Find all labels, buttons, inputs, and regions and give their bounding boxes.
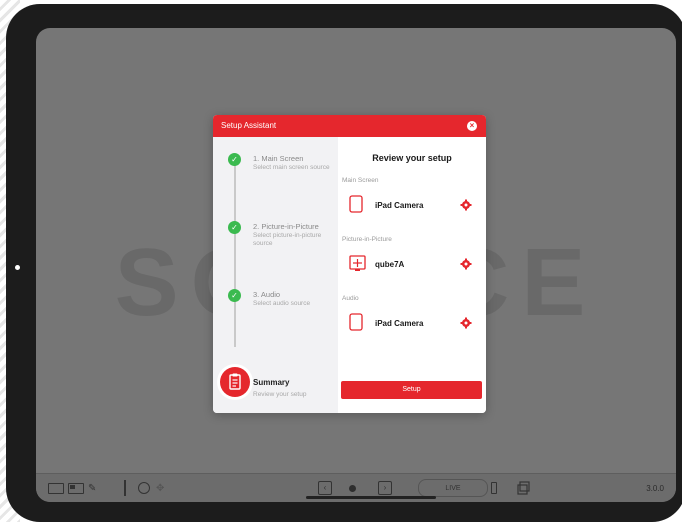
step-description: Select picture-in-picture source	[253, 232, 322, 247]
clipboard-icon[interactable]	[220, 367, 250, 397]
ipad-icon	[349, 195, 363, 218]
main-screen-source-row[interactable]: iPad Camera	[338, 193, 486, 217]
home-indicator	[306, 496, 436, 499]
dialog-title: Setup Assistant	[221, 121, 277, 130]
move-icon[interactable]: ✥	[156, 483, 164, 494]
front-camera-dot	[15, 265, 20, 270]
source-name: qube7A	[375, 260, 405, 269]
check-icon: ✓	[228, 153, 241, 166]
summary-title[interactable]: Summary	[253, 378, 289, 387]
review-panel: Review your setup Main Screen iPad Camer…	[338, 137, 486, 413]
live-toggle[interactable]: LIVE	[418, 479, 488, 497]
next-button[interactable]: ›	[378, 481, 392, 495]
check-icon: ✓	[228, 289, 241, 302]
section-label-picture-in-picture: Picture-in-Picture	[342, 236, 392, 243]
layers-icon[interactable]	[517, 481, 531, 495]
gear-icon[interactable]	[460, 198, 472, 216]
record-settings-icon[interactable]	[138, 482, 150, 494]
dialog-header: Setup Assistant ×	[213, 115, 486, 137]
section-label-audio: Audio	[342, 295, 359, 302]
previous-button[interactable]: ‹	[318, 481, 332, 495]
steps-timeline	[234, 157, 236, 347]
review-title: Review your setup	[372, 153, 452, 163]
step-description: Select audio source	[253, 300, 311, 307]
gear-icon[interactable]	[460, 257, 472, 275]
steps-sidebar: ✓ 1. Main Screen Select main screen sour…	[213, 137, 338, 413]
check-icon: ✓	[228, 221, 241, 234]
battery-icon	[491, 482, 497, 494]
audio-source-row[interactable]: iPad Camera	[338, 311, 486, 335]
ipad-icon	[349, 313, 363, 336]
record-button[interactable]	[349, 484, 356, 492]
gear-icon[interactable]	[460, 316, 472, 334]
live-label: LIVE	[418, 479, 488, 497]
camera-device-icon	[349, 254, 367, 277]
step-title: 1. Main Screen	[253, 154, 304, 163]
layout-single-icon[interactable]	[48, 482, 64, 494]
draw-tool-icon[interactable]: ✎	[88, 483, 96, 494]
section-label-main-screen: Main Screen	[342, 177, 379, 184]
layout-pip-icon[interactable]	[68, 482, 84, 494]
step-description: Select main screen source	[253, 164, 330, 171]
step-title: 2. Picture-in-Picture	[253, 222, 319, 231]
summary-description: Review your setup	[253, 391, 307, 398]
setup-assistant-dialog: Setup Assistant × ✓ 1. Main Screen Selec…	[213, 115, 486, 413]
version-label: 3.0.0	[646, 483, 664, 493]
toolbar-separator	[124, 480, 126, 496]
pip-source-row[interactable]: qube7A	[338, 252, 486, 276]
setup-button[interactable]: Setup	[341, 381, 482, 399]
step-title: 3. Audio	[253, 290, 281, 299]
close-button[interactable]: ×	[467, 121, 477, 131]
source-name: iPad Camera	[375, 319, 424, 328]
source-name: iPad Camera	[375, 201, 424, 210]
